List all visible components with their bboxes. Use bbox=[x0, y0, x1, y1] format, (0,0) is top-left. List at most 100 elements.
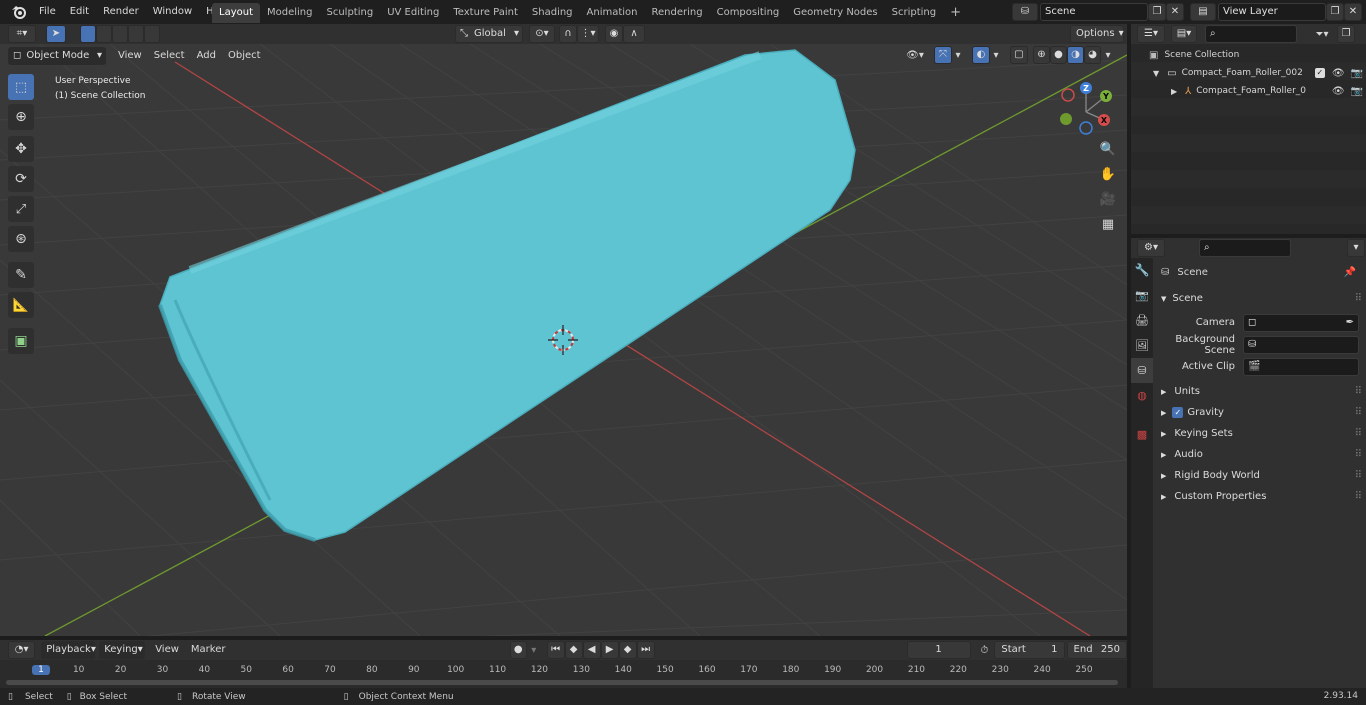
camera-icon[interactable]: 📷 bbox=[1351, 68, 1363, 79]
properties-editor-type-button[interactable]: ⚙▾ bbox=[1137, 239, 1165, 257]
snap-target-dropdown[interactable]: ⋮▾ bbox=[577, 25, 599, 43]
hand-icon[interactable]: ✋ bbox=[1098, 167, 1118, 187]
render-tab-icon[interactable]: 📷 bbox=[1131, 283, 1153, 308]
transform-tool[interactable]: ⊛ bbox=[8, 226, 34, 252]
properties-options-dropdown[interactable]: ▾ bbox=[1347, 239, 1365, 257]
viewport-menu-view[interactable]: View bbox=[112, 46, 148, 66]
menu-file[interactable]: File bbox=[32, 0, 63, 24]
select-mode-invert-button[interactable] bbox=[128, 25, 144, 43]
stopwatch-icon[interactable]: ⏱ bbox=[981, 645, 989, 656]
shading-dropdown[interactable]: ▾ bbox=[1101, 50, 1115, 61]
tab-shading[interactable]: Shading bbox=[525, 3, 580, 23]
output-tab-icon[interactable]: 🖨 bbox=[1131, 308, 1153, 333]
tab-animation[interactable]: Animation bbox=[580, 3, 645, 23]
panel-audio-header[interactable]: ▶ Audio ⠿ bbox=[1153, 444, 1366, 465]
tab-uv-editing[interactable]: UV Editing bbox=[380, 3, 446, 23]
drag-handle-icon[interactable]: ⠿ bbox=[1355, 470, 1362, 481]
move-tool[interactable]: ✥ bbox=[8, 136, 34, 162]
options-button[interactable]: Options ▾ bbox=[1070, 25, 1124, 43]
jump-start-button[interactable]: ⏮ bbox=[546, 641, 565, 659]
foam-roller-object[interactable] bbox=[158, 49, 856, 542]
outliner-row-scene-collection[interactable]: ▣ Scene Collection bbox=[1149, 46, 1239, 64]
display-mode-dropdown[interactable]: ▤▾ bbox=[1171, 25, 1197, 43]
keying-set-dropdown[interactable]: ▾ bbox=[527, 645, 541, 656]
tab-modeling[interactable]: Modeling bbox=[260, 3, 320, 23]
shading-rendered-button[interactable]: ◕ bbox=[1084, 46, 1101, 64]
tab-sculpting[interactable]: Sculpting bbox=[320, 3, 381, 23]
auto-keying-toggle[interactable]: ● bbox=[509, 641, 527, 659]
object-mode-dropdown[interactable]: ◻ Object Mode ▾ bbox=[8, 47, 106, 65]
drag-handle-icon[interactable]: ⠿ bbox=[1355, 428, 1362, 439]
world-tab-icon[interactable]: ◍ bbox=[1131, 383, 1153, 408]
pivot-point-dropdown[interactable]: ⊙▾ bbox=[529, 25, 555, 43]
proportional-edit-toggle[interactable]: ◉ bbox=[605, 25, 623, 43]
overlay-toggle[interactable]: ◐ bbox=[972, 46, 990, 64]
cursor-tool[interactable]: ⊕ bbox=[8, 104, 34, 130]
camera-field[interactable]: ◻ ✒ bbox=[1243, 313, 1359, 332]
select-box-tool[interactable]: ⬚ bbox=[8, 74, 34, 100]
drag-handle-icon[interactable]: ⠿ bbox=[1355, 449, 1362, 460]
select-mode-intersect-button[interactable] bbox=[144, 25, 160, 43]
viewport-menu-object[interactable]: Object bbox=[222, 46, 267, 66]
panel-scene-header[interactable]: ▼ Scene ⠿ bbox=[1153, 288, 1366, 309]
outliner-editor-type-button[interactable]: ☰▾ bbox=[1137, 25, 1165, 43]
filter-dropdown[interactable]: ⏷▾ bbox=[1309, 29, 1335, 40]
shading-wireframe-button[interactable]: ⊕ bbox=[1033, 46, 1050, 64]
jump-end-button[interactable]: ⏭ bbox=[636, 641, 655, 659]
menu-edit[interactable]: Edit bbox=[63, 0, 96, 24]
new-scene-button[interactable]: ❐ bbox=[1148, 3, 1166, 21]
camera-icon[interactable]: 📷 bbox=[1351, 86, 1363, 97]
expand-right-icon[interactable]: ▶ bbox=[1171, 87, 1177, 96]
tab-scripting[interactable]: Scripting bbox=[885, 3, 943, 23]
select-mode-extend-button[interactable] bbox=[96, 25, 112, 43]
next-keyframe-button[interactable]: ◆ bbox=[618, 641, 637, 659]
playback-dropdown[interactable]: Playback ▾ bbox=[41, 641, 96, 659]
shading-solid-button[interactable]: ● bbox=[1050, 46, 1067, 64]
delete-scene-button[interactable]: ✕ bbox=[1166, 3, 1184, 21]
add-workspace-button[interactable]: + bbox=[943, 3, 968, 23]
gravity-checkbox[interactable]: ✓ bbox=[1172, 407, 1184, 418]
play-reverse-button[interactable]: ◀ bbox=[582, 641, 601, 659]
new-collection-button[interactable]: ❐ bbox=[1337, 25, 1355, 43]
tab-compositing[interactable]: Compositing bbox=[710, 3, 787, 23]
tab-rendering[interactable]: Rendering bbox=[645, 3, 710, 23]
viewport-menu-add[interactable]: Add bbox=[191, 46, 222, 66]
drag-handle-icon[interactable]: ⠿ bbox=[1355, 386, 1362, 397]
panel-keying-sets-header[interactable]: ▶ Keying Sets ⠿ bbox=[1153, 423, 1366, 444]
view-layer-type-button[interactable]: ▤ bbox=[1190, 3, 1216, 21]
tool-tab-icon[interactable]: 🔧 bbox=[1131, 258, 1153, 283]
keying-dropdown[interactable]: Keying ▾ bbox=[99, 641, 146, 659]
scene-selector[interactable]: Scene bbox=[1040, 3, 1148, 21]
eyedropper-icon[interactable]: ✒ bbox=[1346, 315, 1354, 331]
navigation-gizmo[interactable]: Z Y X bbox=[1056, 82, 1116, 142]
overlay-dropdown[interactable]: ▾ bbox=[990, 50, 1002, 61]
snap-toggle[interactable]: ∩ bbox=[559, 25, 577, 43]
menu-window[interactable]: Window bbox=[146, 0, 199, 24]
active-clip-field[interactable]: 🎬 bbox=[1243, 357, 1359, 376]
scene-tab-icon[interactable]: ⛁ bbox=[1131, 358, 1153, 383]
select-mode-new-button[interactable] bbox=[80, 25, 96, 43]
annotate-tool[interactable]: ✎ bbox=[8, 262, 34, 288]
viewport-menu-select[interactable]: Select bbox=[148, 46, 191, 66]
scene-type-button[interactable]: ⛁ bbox=[1012, 3, 1038, 21]
timeline-menu-marker[interactable]: Marker bbox=[185, 640, 232, 660]
panel-units-header[interactable]: ▶ Units ⠿ bbox=[1153, 381, 1366, 402]
gizmo-dropdown[interactable]: ▾ bbox=[952, 50, 964, 61]
eye-icon[interactable]: 👁 bbox=[1332, 68, 1345, 79]
panel-gravity-header[interactable]: ▶ ✓ Gravity ⠿ bbox=[1153, 402, 1366, 423]
eye-icon[interactable]: 👁 bbox=[1332, 86, 1345, 97]
texture-tab-icon[interactable]: ▩ bbox=[1131, 422, 1153, 447]
drag-handle-icon[interactable]: ⠿ bbox=[1355, 293, 1362, 304]
shading-material-button[interactable]: ◑ bbox=[1067, 46, 1084, 64]
zoom-icon[interactable]: 🔍 bbox=[1098, 142, 1118, 162]
frame-ruler[interactable]: 1 10 20 30 40 50 60 70 80 90 100 110 120 130 140 150 160… bbox=[0, 662, 1127, 680]
new-view-layer-button[interactable]: ❐ bbox=[1326, 3, 1344, 21]
gizmo-toggle[interactable]: ⤧ bbox=[934, 46, 952, 64]
blender-logo-icon[interactable] bbox=[10, 3, 28, 21]
outliner-row-object[interactable]: ▶ ⅄ Compact_Foam_Roller_0 👁 📷 bbox=[1171, 82, 1363, 100]
editor-type-button[interactable]: ⌗▾ bbox=[8, 25, 36, 43]
delete-view-layer-button[interactable]: ✕ bbox=[1344, 3, 1362, 21]
drag-handle-icon[interactable]: ⠿ bbox=[1355, 491, 1362, 502]
rotate-tool[interactable]: ⟳ bbox=[8, 166, 34, 192]
view-layer-selector[interactable]: View Layer bbox=[1218, 3, 1326, 21]
